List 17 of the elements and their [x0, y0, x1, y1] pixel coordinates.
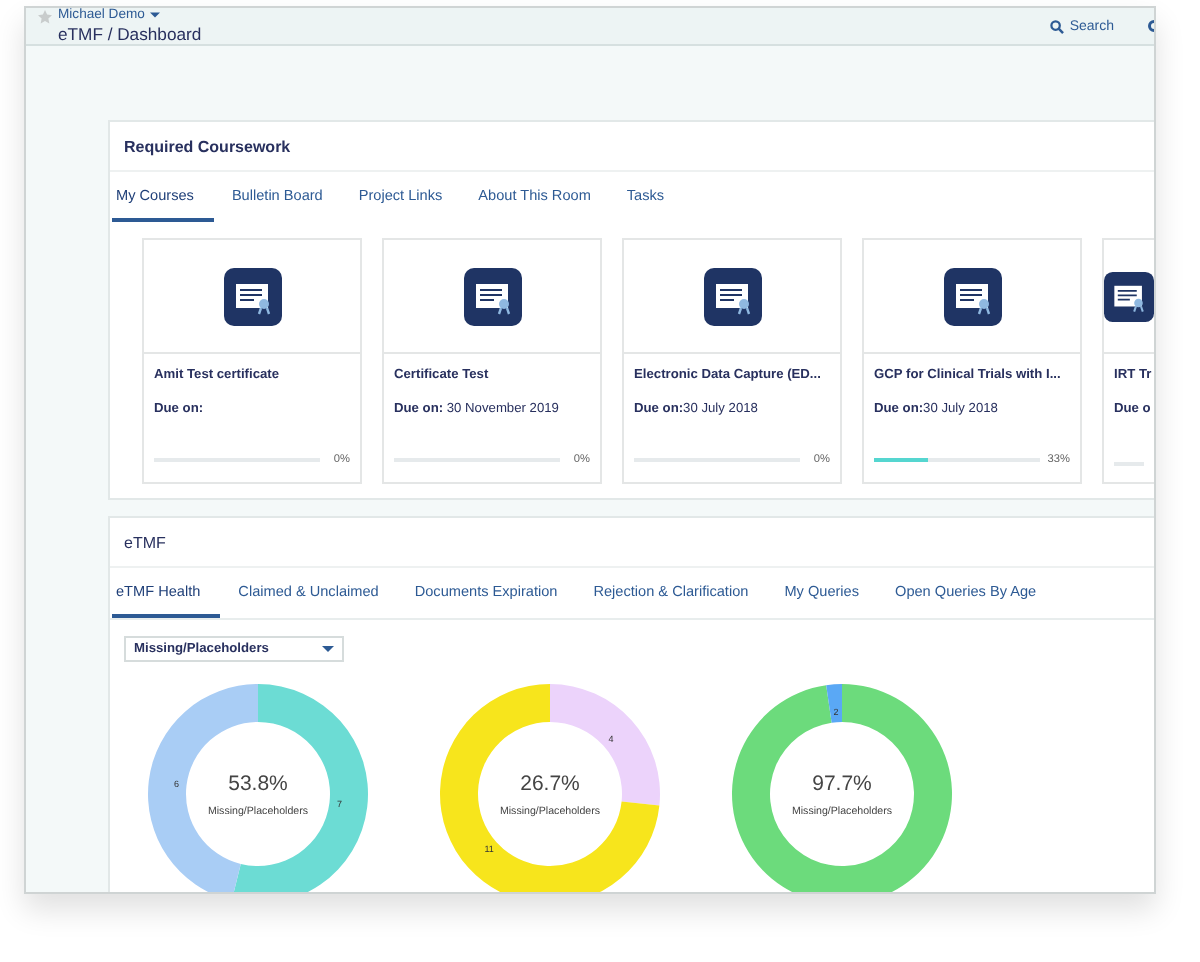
- caret-icon[interactable]: [322, 646, 334, 652]
- donut-slice[interactable]: [826, 684, 842, 723]
- percentage-value: 53.8%: [228, 772, 288, 796]
- percentage-value: 97.7%: [812, 772, 872, 796]
- certificate-icon[interactable]: [703, 267, 761, 325]
- certificate-icon[interactable]: [223, 267, 281, 325]
- star-icon[interactable]: [38, 10, 52, 24]
- percentage-value: 26.7%: [520, 772, 580, 796]
- certificate-icon[interactable]: [943, 267, 1001, 325]
- certificate-icon[interactable]: [1104, 267, 1154, 325]
- settings-icon[interactable]: [1144, 18, 1154, 34]
- panel-title: Required Coursework: [110, 122, 1154, 172]
- caret-icon[interactable]: [150, 12, 161, 18]
- breadcrumb: eTMF / Dashboard: [58, 24, 202, 44]
- panel-title: eTMF: [110, 518, 1154, 568]
- certificate-icon[interactable]: [463, 267, 521, 325]
- search-icon: [1049, 19, 1064, 33]
